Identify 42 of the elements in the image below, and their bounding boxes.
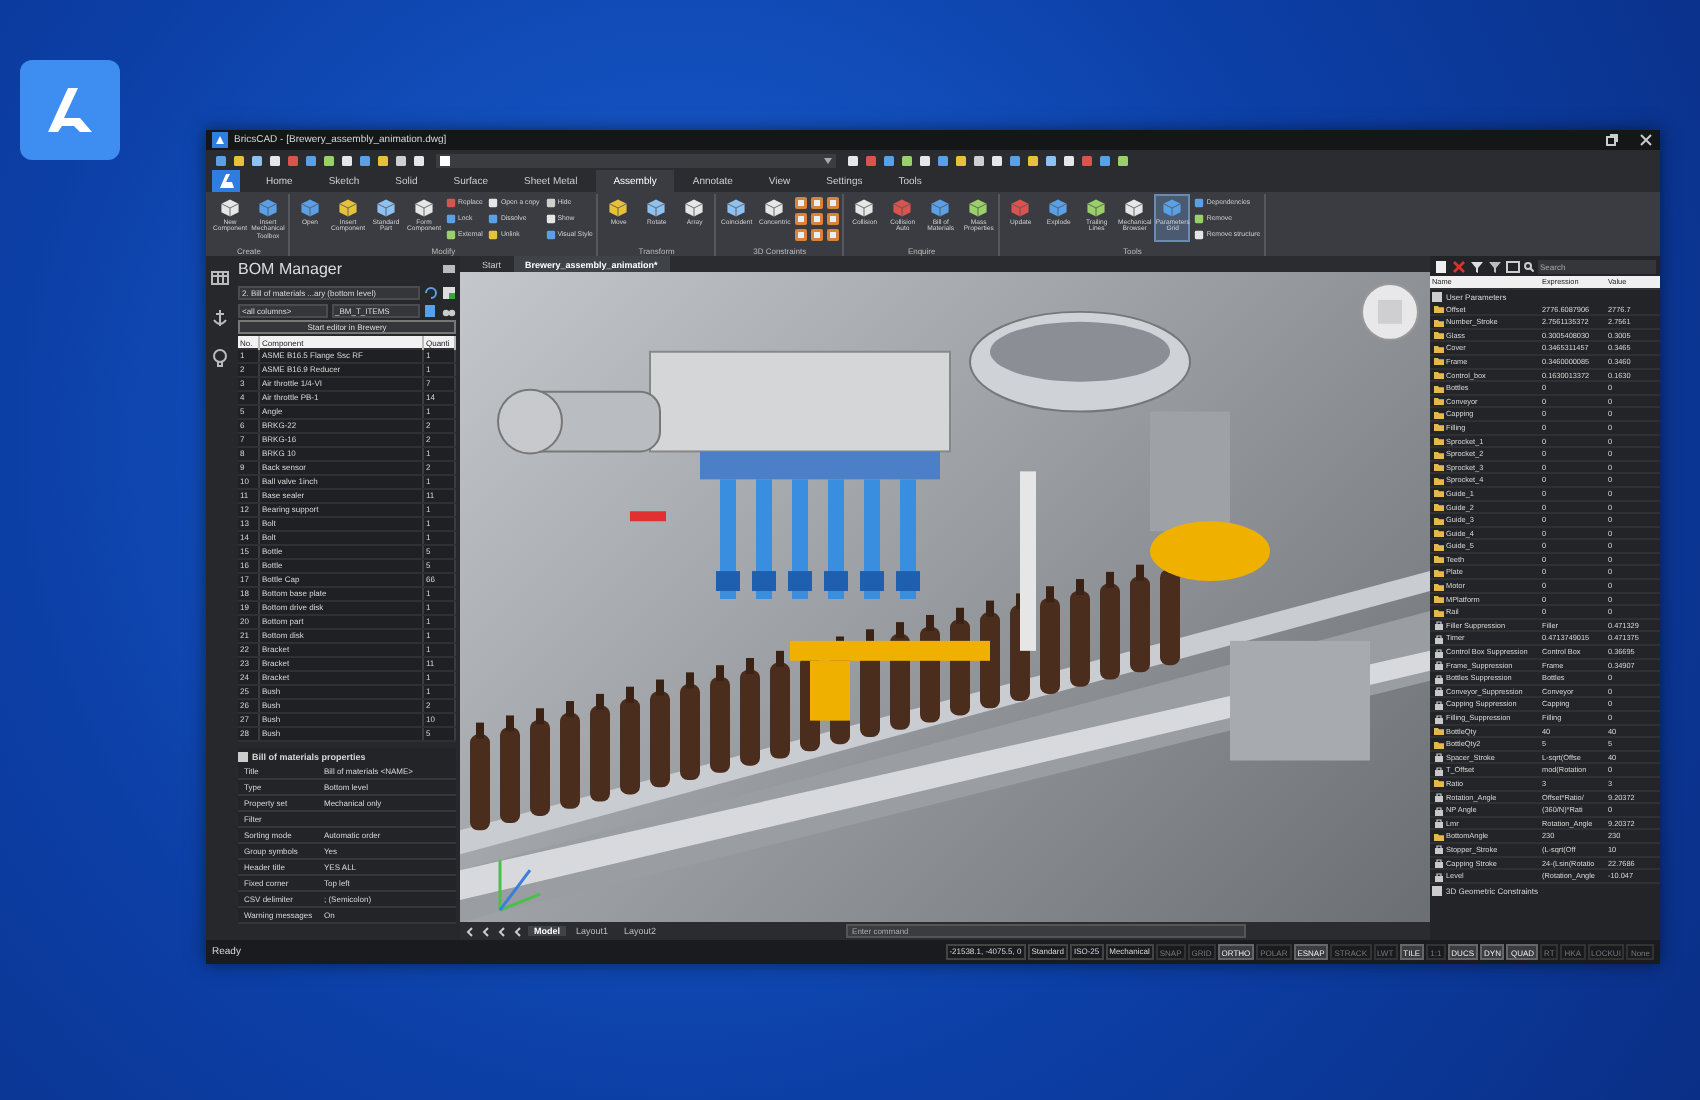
cube-icon xyxy=(258,198,278,218)
cube-icon xyxy=(854,198,875,218)
view-cube-icon[interactable] xyxy=(1361,282,1419,341)
restore-icon[interactable] xyxy=(1604,132,1620,148)
cube-icon xyxy=(684,198,705,218)
app-icon xyxy=(212,132,228,148)
cube-icon xyxy=(376,198,396,218)
axis-icon xyxy=(498,858,542,912)
cube-icon xyxy=(1124,198,1145,218)
cube-icon xyxy=(930,198,951,218)
cube-icon xyxy=(1086,198,1107,218)
lock-icon xyxy=(1434,844,1444,855)
cube-icon xyxy=(1048,198,1069,218)
cube-icon xyxy=(414,198,434,218)
cube-icon xyxy=(968,198,989,218)
folder-icon xyxy=(1434,778,1444,789)
delete-icon[interactable] xyxy=(1452,259,1466,273)
close-icon[interactable] xyxy=(1638,132,1654,148)
cube-icon xyxy=(892,198,913,218)
cube-icon xyxy=(338,198,358,218)
cube-icon xyxy=(646,198,667,218)
grid-icon[interactable] xyxy=(1506,259,1520,273)
cube-icon xyxy=(1010,198,1031,218)
layer-dropdown[interactable] xyxy=(436,153,836,167)
new-icon[interactable] xyxy=(1434,259,1448,273)
panel-menu-icon[interactable] xyxy=(442,262,456,276)
anchor-icon[interactable] xyxy=(210,308,230,328)
cube-icon xyxy=(220,198,240,218)
refresh-icon[interactable] xyxy=(424,285,438,299)
cube-icon xyxy=(726,198,747,218)
cube-icon xyxy=(608,198,629,218)
cube-icon xyxy=(300,198,320,218)
search-icon xyxy=(1524,261,1534,271)
lock-icon xyxy=(1434,713,1444,723)
bulb-icon[interactable] xyxy=(210,348,230,368)
panel-title: BOM Manager xyxy=(238,260,343,278)
cube-icon xyxy=(764,198,785,218)
cube-icon xyxy=(1162,198,1183,218)
app-menu-icon[interactable] xyxy=(212,170,240,192)
app-logo-icon xyxy=(20,60,120,160)
folder-icon xyxy=(1434,831,1444,842)
caret-icon[interactable] xyxy=(824,157,832,163)
